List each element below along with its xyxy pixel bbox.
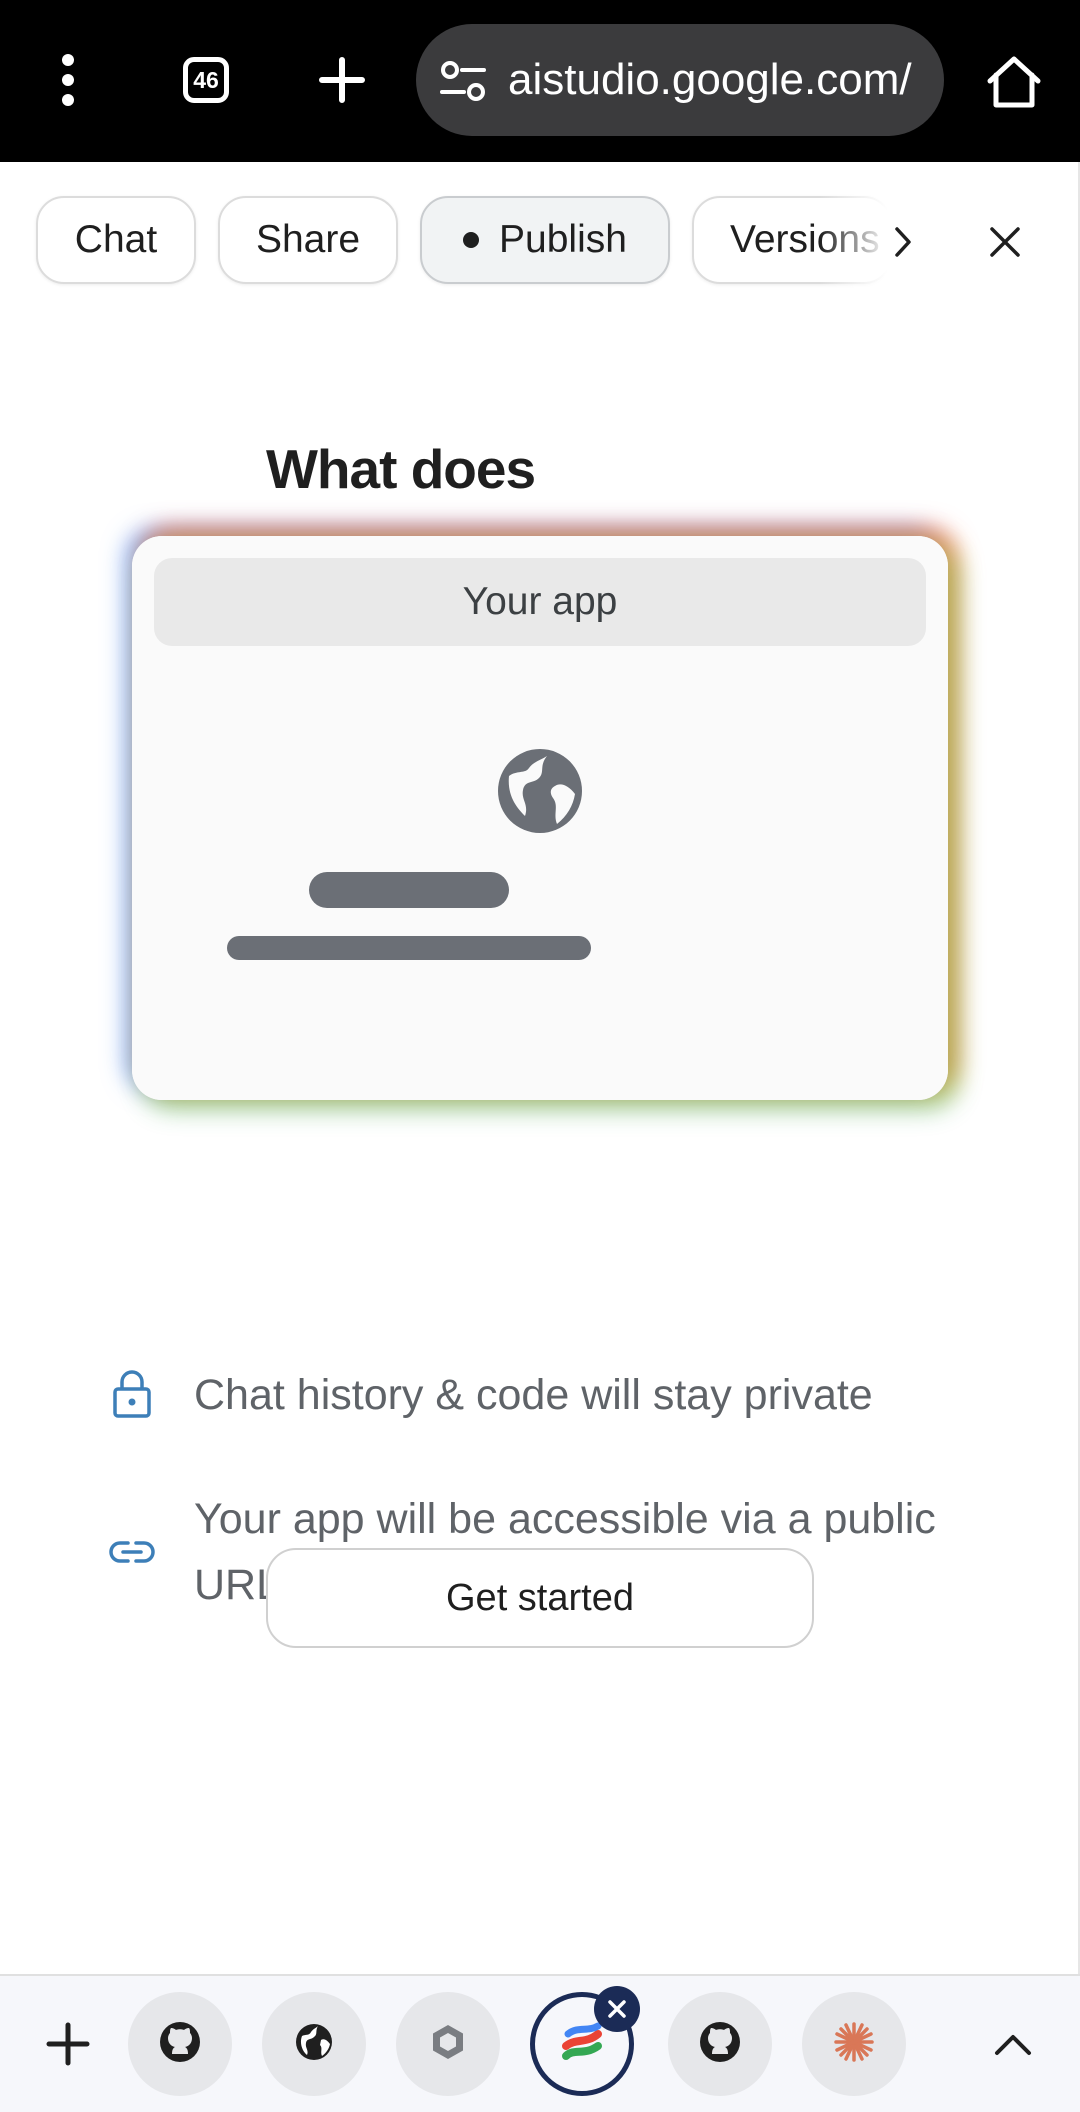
tab-publish[interactable]: Publish xyxy=(420,196,670,284)
globe-icon xyxy=(294,2022,334,2067)
tab-github[interactable] xyxy=(668,1992,772,2096)
link-icon xyxy=(104,1524,160,1580)
tab-label: Chat xyxy=(74,218,158,261)
tab-label: Share xyxy=(255,218,361,261)
site-settings-icon[interactable] xyxy=(436,54,490,108)
google-ai-studio-icon xyxy=(560,2022,604,2067)
placeholder-line xyxy=(227,936,591,960)
tab-switcher-button[interactable]: 46 xyxy=(166,40,246,120)
url-text[interactable]: aistudio.google.com/ xyxy=(508,52,926,108)
chevron-right-icon[interactable] xyxy=(870,202,936,282)
plus-icon[interactable] xyxy=(302,40,382,120)
chevron-up-icon[interactable] xyxy=(978,2004,1048,2084)
close-tab-icon[interactable] xyxy=(594,1986,640,2032)
claude-starburst-icon xyxy=(832,2020,876,2069)
tab-claude[interactable] xyxy=(802,1992,906,2096)
lock-icon xyxy=(104,1366,160,1422)
tab-chat[interactable]: Chat xyxy=(36,196,196,284)
app-preview-illustration: Your app xyxy=(132,536,948,1100)
tab-label: Publish xyxy=(499,218,627,261)
tab-extension[interactable] xyxy=(396,1992,500,2096)
feature-private-text: Chat history & code will stay private xyxy=(194,1371,873,1419)
github-icon xyxy=(698,2020,742,2069)
tab-github[interactable] xyxy=(128,1992,232,2096)
home-icon[interactable] xyxy=(972,40,1056,124)
heading-line: What does xyxy=(266,438,536,500)
placeholder-line xyxy=(309,872,509,908)
extension-hexagon-icon xyxy=(428,2022,468,2067)
app-preview-title: Your app xyxy=(154,558,926,646)
tab-globe[interactable] xyxy=(262,1992,366,2096)
more-vert-icon[interactable] xyxy=(28,40,108,120)
browser-toolbar: 46 aistudio.google.com/ xyxy=(0,0,1080,162)
tab-count: 46 xyxy=(183,57,229,103)
active-dot-icon xyxy=(463,232,480,248)
panel-tabs: Chat Share Publish Versions xyxy=(0,162,1080,322)
tab-share[interactable]: Share xyxy=(218,196,398,284)
tab-strip xyxy=(0,1974,1080,2112)
github-icon xyxy=(158,2020,202,2069)
address-bar[interactable]: aistudio.google.com/ xyxy=(416,24,944,136)
plus-icon[interactable] xyxy=(34,2004,102,2084)
get-started-button[interactable]: Get started xyxy=(266,1548,814,1648)
close-icon[interactable] xyxy=(972,202,1038,282)
globe-icon xyxy=(495,746,585,836)
